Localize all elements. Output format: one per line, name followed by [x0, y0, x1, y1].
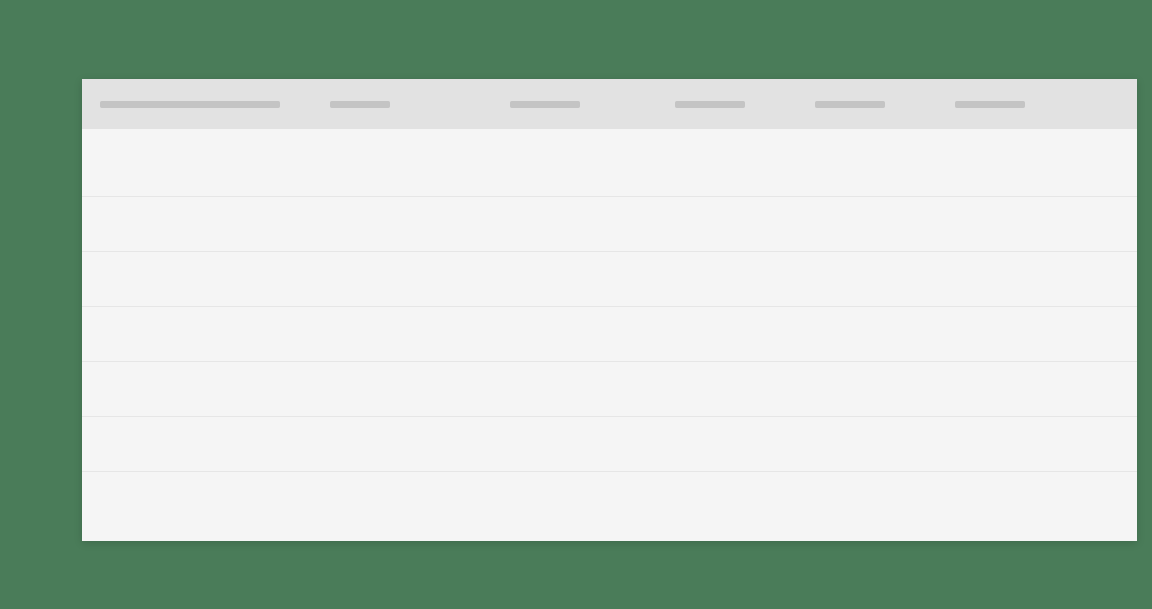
table-row — [82, 129, 1137, 197]
skeleton-table — [82, 79, 1137, 541]
table-header-col-4 — [675, 101, 815, 108]
table-header — [82, 79, 1137, 129]
table-header-col-2 — [330, 101, 510, 108]
skeleton-bar — [815, 101, 885, 108]
table-row — [82, 417, 1137, 472]
skeleton-bar — [100, 101, 280, 108]
table-row — [82, 197, 1137, 252]
table-body — [82, 129, 1137, 527]
table-row — [82, 252, 1137, 307]
table-header-col-3 — [510, 101, 675, 108]
skeleton-bar — [955, 101, 1025, 108]
table-header-col-5 — [815, 101, 955, 108]
table-row — [82, 307, 1137, 362]
table-row — [82, 362, 1137, 417]
skeleton-bar — [330, 101, 390, 108]
table-row — [82, 472, 1137, 527]
skeleton-bar — [675, 101, 745, 108]
skeleton-bar — [510, 101, 580, 108]
table-header-col-1 — [100, 101, 330, 108]
table-header-col-6 — [955, 101, 1095, 108]
